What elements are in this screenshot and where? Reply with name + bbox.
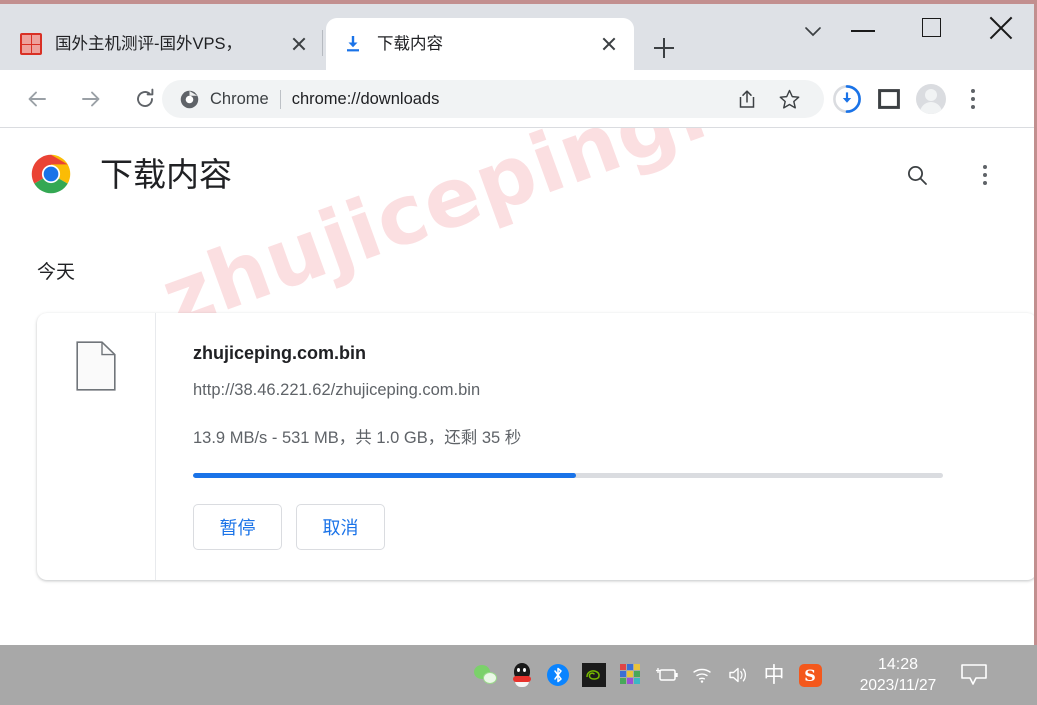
wechat-icon[interactable] — [470, 657, 502, 693]
minimize-button[interactable] — [834, 4, 892, 48]
windows-taskbar: 中 S 14:28 2023/11/27 — [0, 645, 1037, 705]
tab-site[interactable]: 国外主机测评-国外VPS， — [4, 18, 324, 70]
omnibox-divider — [279, 89, 281, 109]
system-tray: 中 S — [470, 645, 826, 705]
share-icon[interactable] — [726, 80, 768, 118]
download-source-url: http://38.46.221.62/zhujiceping.com.bin — [193, 381, 481, 399]
ime-chinese-icon[interactable]: 中 — [758, 657, 790, 693]
download-status-text: 13.9 MB/s - 531 MB，共 1.0 GB，还剩 35 秒 — [193, 429, 522, 447]
omnibox-url: chrome://downloads — [291, 89, 440, 108]
page-title: 下载内容 — [100, 156, 232, 193]
nvidia-icon[interactable] — [578, 657, 610, 693]
chevron-down-icon[interactable] — [796, 16, 830, 50]
cancel-button[interactable]: 取消 — [296, 504, 385, 550]
download-details: zhujiceping.com.bin http://38.46.221.62/… — [156, 313, 1034, 580]
omnibox-chrome-label: Chrome — [210, 89, 269, 108]
three-dot-menu-icon[interactable] — [966, 156, 1004, 194]
generic-file-icon — [76, 341, 116, 391]
reload-icon[interactable] — [125, 79, 165, 119]
address-bar[interactable]: Chrome chrome://downloads — [162, 80, 762, 118]
tab-downloads[interactable]: 下载内容 — [326, 18, 634, 70]
volume-icon[interactable] — [722, 657, 754, 693]
bluetooth-icon[interactable] — [542, 657, 574, 693]
battery-icon[interactable] — [650, 657, 682, 693]
sogou-glyph: S — [798, 663, 822, 687]
maximize-button[interactable] — [902, 4, 960, 48]
downloads-header: 下载内容 — [0, 128, 1034, 216]
search-icon[interactable] — [898, 156, 936, 194]
back-arrow-icon[interactable] — [17, 79, 57, 119]
browser-window: 国外主机测评-国外VPS， 下载内容 Chrome chrome://downl… — [0, 0, 1037, 705]
download-progress-bar — [193, 473, 943, 478]
tab-title: 下载内容 — [377, 35, 443, 53]
download-file-name: zhujiceping.com.bin — [193, 343, 367, 363]
avatar[interactable] — [910, 80, 952, 118]
star-icon[interactable] — [768, 80, 810, 118]
tab-separator — [322, 30, 323, 56]
toolbar-actions — [726, 80, 994, 118]
notification-icon[interactable] — [960, 663, 988, 687]
date-group-label: 今天 — [37, 262, 76, 283]
three-dot-menu-icon[interactable] — [952, 80, 994, 118]
file-icon-column — [37, 313, 156, 580]
download-item-card[interactable]: zhujiceping.com.bin http://38.46.221.62/… — [37, 313, 1034, 580]
download-actions: 暂停 取消 — [193, 504, 1034, 550]
wifi-icon[interactable] — [686, 657, 718, 693]
new-tab-button[interactable] — [646, 30, 682, 66]
download-progress-fill — [193, 473, 576, 478]
close-window-button[interactable] — [972, 4, 1030, 48]
download-progress-icon[interactable] — [826, 80, 868, 118]
ime-glyph: 中 — [763, 663, 785, 687]
clock-time: 14:28 — [877, 656, 919, 673]
downloads-page: zhujiceping.com 下载内容 今天 zhujiceping.com.… — [0, 128, 1034, 645]
sogou-icon[interactable]: S — [794, 657, 826, 693]
download-icon — [342, 33, 364, 55]
taskbar-clock[interactable]: 14:28 2023/11/27 — [852, 654, 944, 696]
forward-arrow-icon[interactable] — [71, 79, 111, 119]
pause-button[interactable]: 暂停 — [193, 504, 282, 550]
chrome-logo — [30, 153, 72, 195]
close-icon[interactable] — [596, 31, 622, 57]
chrome-icon — [180, 90, 199, 109]
app-grid-icon[interactable] — [614, 657, 646, 693]
close-icon[interactable] — [286, 31, 312, 57]
red-seal-favicon — [20, 33, 42, 55]
qq-icon[interactable] — [506, 657, 538, 693]
tab-title: 国外主机测评-国外VPS， — [55, 35, 243, 53]
clock-date: 2023/11/27 — [859, 677, 937, 694]
side-panel-icon[interactable] — [868, 80, 910, 118]
